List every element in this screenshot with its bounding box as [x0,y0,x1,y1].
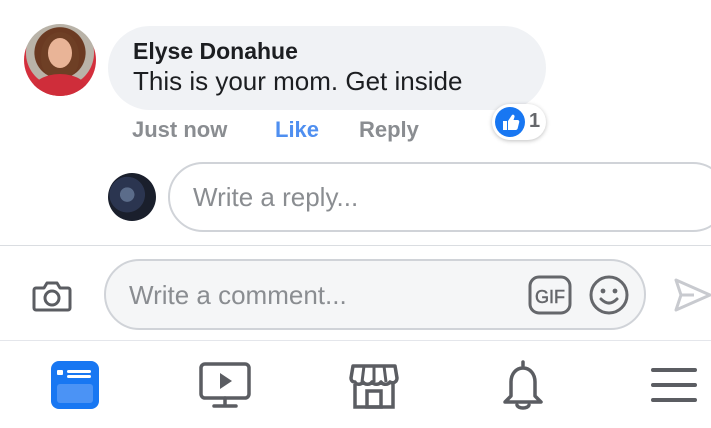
like-thumb-icon [495,107,525,137]
send-icon[interactable] [672,276,711,314]
like-button[interactable]: Like [275,117,319,143]
emoji-icon[interactable] [588,274,630,316]
current-user-avatar [108,173,156,221]
gif-icon[interactable]: GIF [528,275,572,315]
comment-author[interactable]: Elyse Donahue [133,38,298,65]
divider [0,245,711,246]
divider [0,340,711,341]
comment-placeholder: Write a comment... [129,280,347,310]
reaction-count: 1 [529,110,541,132]
notifications-icon[interactable] [496,358,550,412]
comment-timestamp[interactable]: Just now [132,117,227,143]
news-feed-icon[interactable] [48,358,102,412]
reaction-summary[interactable]: 1 [492,104,546,140]
reply-button[interactable]: Reply [359,117,419,143]
commenter-avatar[interactable] [24,24,96,96]
comment-text: This is your mom. Get inside [133,66,463,96]
watch-icon[interactable] [198,358,252,412]
marketplace-icon[interactable] [347,358,401,412]
gif-label: GIF [535,287,565,307]
camera-icon[interactable] [30,274,74,318]
reply-placeholder: Write a reply... [193,182,359,212]
menu-icon[interactable] [647,358,701,412]
